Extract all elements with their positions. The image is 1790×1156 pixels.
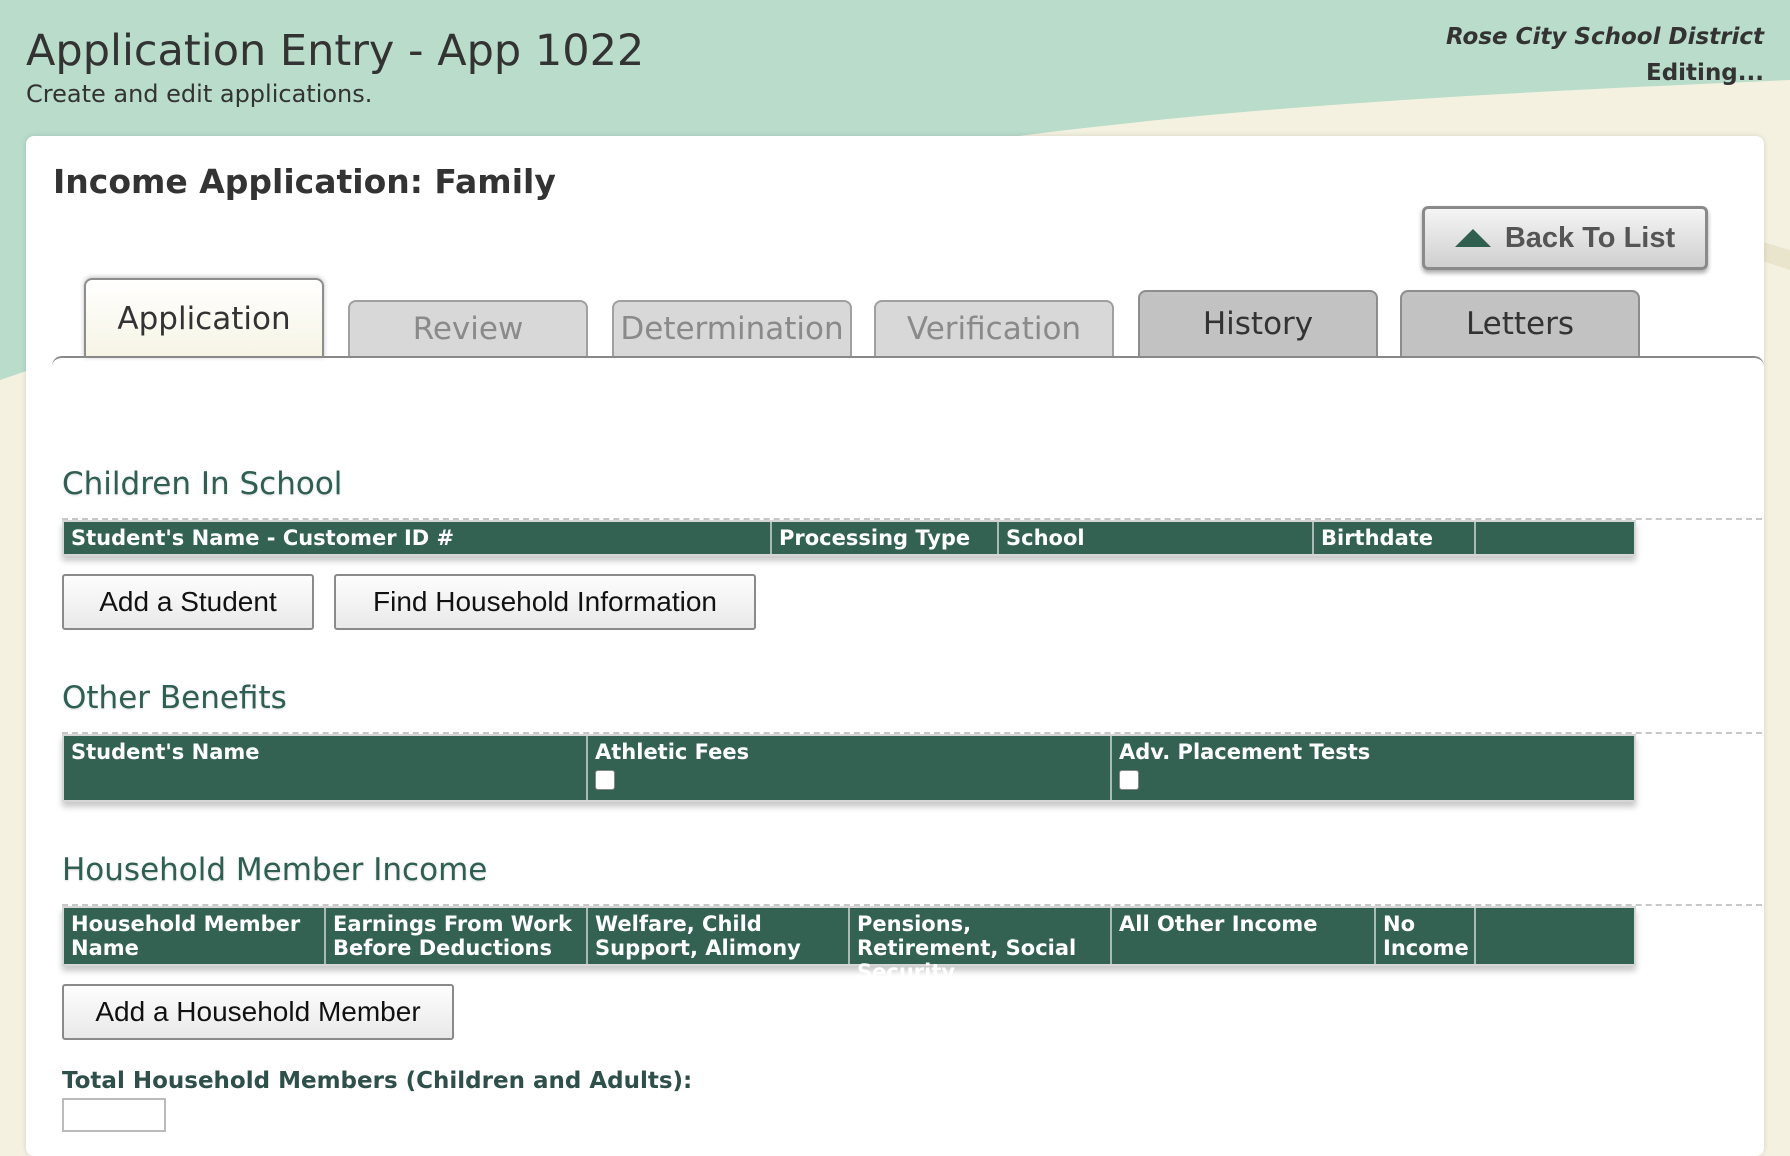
triangle-up-icon (1454, 229, 1491, 247)
children-grid-header: Student's Name - Customer ID # Processin… (62, 520, 1636, 556)
application-heading: Income Application: Family (53, 162, 556, 201)
adv-placement-checkbox[interactable] (1119, 770, 1139, 791)
adv-placement-label: Adv. Placement Tests (1119, 740, 1371, 764)
column-header-adv-placement: Adv. Placement Tests (1112, 736, 1634, 800)
column-header-other-income: All Other Income (1112, 908, 1376, 964)
tab-review[interactable]: Review (348, 300, 588, 356)
add-household-member-button[interactable]: Add a Household Member (62, 984, 454, 1040)
tab-history[interactable]: History (1138, 290, 1378, 356)
column-header-actions (1476, 908, 1634, 964)
column-header-processing-type: Processing Type (772, 522, 999, 554)
column-header-school: School (999, 522, 1314, 554)
tab-verification[interactable]: Verification (874, 300, 1114, 356)
column-header-welfare: Welfare, Child Support, Alimony (588, 908, 850, 964)
section-title-children: Children In School (62, 466, 343, 502)
tab-letters[interactable]: Letters (1400, 290, 1640, 356)
total-members-input[interactable] (62, 1098, 166, 1132)
tab-determination[interactable]: Determination (612, 300, 852, 356)
column-header-no-income: No Income (1376, 908, 1476, 964)
tab-divider (52, 356, 1764, 378)
section-title-benefits: Other Benefits (62, 680, 287, 716)
column-header-member-name: Household Member Name (64, 908, 326, 964)
find-household-button[interactable]: Find Household Information (334, 574, 756, 630)
page-title: Application Entry - App 1022 (26, 26, 645, 76)
back-to-list-label: Back To List (1504, 221, 1676, 254)
athletic-fees-label: Athletic Fees (595, 740, 750, 764)
column-header-actions (1476, 522, 1634, 554)
back-to-list-button[interactable]: Back To List (1422, 206, 1708, 270)
column-header-athletic-fees: Athletic Fees (588, 736, 1112, 800)
add-student-button[interactable]: Add a Student (62, 574, 314, 630)
page-subtitle: Create and edit applications. (26, 80, 373, 108)
column-header-birthdate: Birthdate (1314, 522, 1476, 554)
athletic-fees-checkbox[interactable] (595, 770, 615, 791)
column-header-student-name: Student's Name - Customer ID # (64, 522, 772, 554)
column-header-earnings: Earnings From Work Before Deductions (326, 908, 588, 964)
district-name: Rose City School District (1445, 24, 1764, 50)
application-card: Income Application: Family Back To List … (26, 136, 1764, 1156)
column-header-student-name: Student's Name (64, 736, 588, 800)
benefits-grid-header: Student's Name Athletic Fees Adv. Placem… (62, 734, 1636, 802)
total-members-label: Total Household Members (Children and Ad… (62, 1068, 693, 1094)
tab-application[interactable]: Application (84, 278, 324, 358)
section-title-income: Household Member Income (62, 852, 488, 888)
edit-status: Editing... (1646, 60, 1764, 86)
column-header-pensions: Pensions, Retirement, Social Security (850, 908, 1112, 984)
income-grid-header: Household Member Name Earnings From Work… (62, 906, 1636, 984)
